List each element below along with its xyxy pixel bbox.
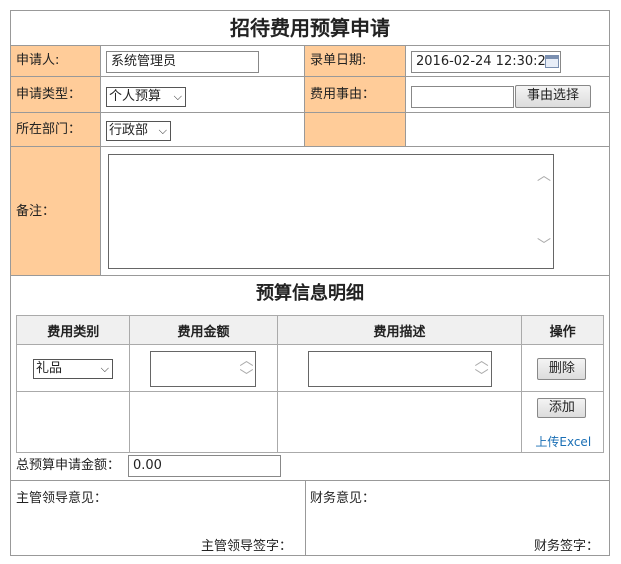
total-label: 总预算申请金额： — [16, 458, 121, 473]
category-cell: 礼品 ⌵ — [15, 344, 131, 392]
remark-textarea[interactable]: ︿ ﹀ — [108, 154, 554, 269]
header-description: 费用描述 — [276, 315, 523, 345]
table-footer-row: 添加 上传Excel — [15, 391, 604, 453]
record-date-cell: 2016-02-24 12:30:22 — [406, 46, 609, 77]
action-cell: 删除 — [521, 344, 604, 392]
finance-sign-label: 财务签字： — [534, 539, 600, 554]
calendar-icon[interactable] — [545, 55, 559, 68]
chevron-down-icon: ⌵ — [173, 90, 182, 103]
header-category: 费用类别 — [15, 315, 131, 345]
total-amount-input[interactable]: 0.00 — [128, 455, 281, 477]
empty-label-cell — [305, 113, 406, 147]
apply-type-cell: 个人预算 ⌵ — [101, 77, 305, 113]
department-value: 行政部 — [109, 123, 149, 138]
applicant-label: 申请人: — [11, 46, 101, 77]
remark-cell: ︿ ﹀ — [101, 147, 609, 276]
budget-application-form: 招待费用预算申请 申请人: 系统管理员 录单日期: 2016-02-24 12:… — [10, 10, 610, 556]
category-select[interactable]: 礼品 ⌵ — [33, 359, 113, 379]
department-label: 所在部门： — [11, 113, 101, 147]
manager-sign-label: 主管领导签字： — [201, 539, 293, 554]
apply-type-select[interactable]: 个人预算 ⌵ — [106, 87, 186, 107]
table-row: 礼品 ⌵ ︿ ﹀ ︿ ﹀ 删除 — [15, 344, 604, 392]
scroll-down-icon[interactable]: ﹀ — [475, 370, 489, 384]
scroll-down-icon[interactable]: ﹀ — [239, 370, 253, 384]
detail-section-title: 预算信息明细 — [256, 283, 364, 304]
applicant-cell: 系统管理员 — [101, 46, 305, 77]
empty-value-cell — [406, 113, 609, 147]
finance-opinion-label: 财务意见： — [310, 491, 376, 506]
add-button[interactable]: 添加 — [537, 398, 587, 418]
description-input[interactable]: ︿ ﹀ — [307, 351, 492, 387]
amount-input[interactable]: ︿ ﹀ — [150, 351, 257, 387]
apply-type-value: 个人预算 — [109, 89, 162, 104]
header-action: 操作 — [521, 315, 604, 345]
department-cell: 行政部 ⌵ — [101, 113, 305, 147]
manager-opinion-label: 主管领导意见： — [16, 491, 108, 506]
header-amount: 费用金额 — [129, 315, 278, 345]
page-title: 招待费用预算申请 — [11, 11, 609, 46]
department-select[interactable]: 行政部 ⌵ — [106, 121, 171, 141]
description-cell: ︿ ﹀ — [276, 344, 523, 392]
expense-reason-input[interactable] — [411, 86, 514, 108]
expense-reason-cell: 事由选择 — [406, 77, 609, 113]
amount-cell: ︿ ﹀ — [129, 344, 278, 392]
expense-reason-label: 费用事由： — [305, 77, 406, 113]
delete-button[interactable]: 删除 — [537, 358, 587, 380]
scroll-up-icon[interactable]: ︿ — [475, 354, 489, 368]
applicant-input[interactable]: 系统管理员 — [106, 51, 259, 73]
category-value: 礼品 — [36, 361, 63, 376]
scroll-up-icon[interactable]: ︿ — [239, 354, 253, 368]
scroll-down-icon[interactable]: ﹀ — [537, 239, 551, 253]
scroll-up-icon[interactable]: ︿ — [537, 169, 551, 183]
chevron-down-icon: ⌵ — [158, 124, 167, 137]
reason-select-button[interactable]: 事由选择 — [515, 85, 591, 108]
record-date-input[interactable]: 2016-02-24 12:30:22 — [411, 51, 561, 73]
remark-label: 备注： — [11, 147, 101, 276]
chevron-down-icon: ⌵ — [100, 362, 109, 375]
budget-detail-table: 费用类别 费用金额 费用描述 操作 礼品 ⌵ ︿ ﹀ ︿ ﹀ 删除 添加 上传E… — [15, 315, 604, 453]
table-header-row: 费用类别 费用金额 费用描述 操作 — [15, 315, 604, 345]
add-cell: 添加 上传Excel — [521, 391, 604, 453]
apply-type-label: 申请类型： — [11, 77, 101, 113]
upload-excel-link[interactable]: 上传Excel — [535, 433, 591, 450]
record-date-label: 录单日期: — [305, 46, 406, 77]
